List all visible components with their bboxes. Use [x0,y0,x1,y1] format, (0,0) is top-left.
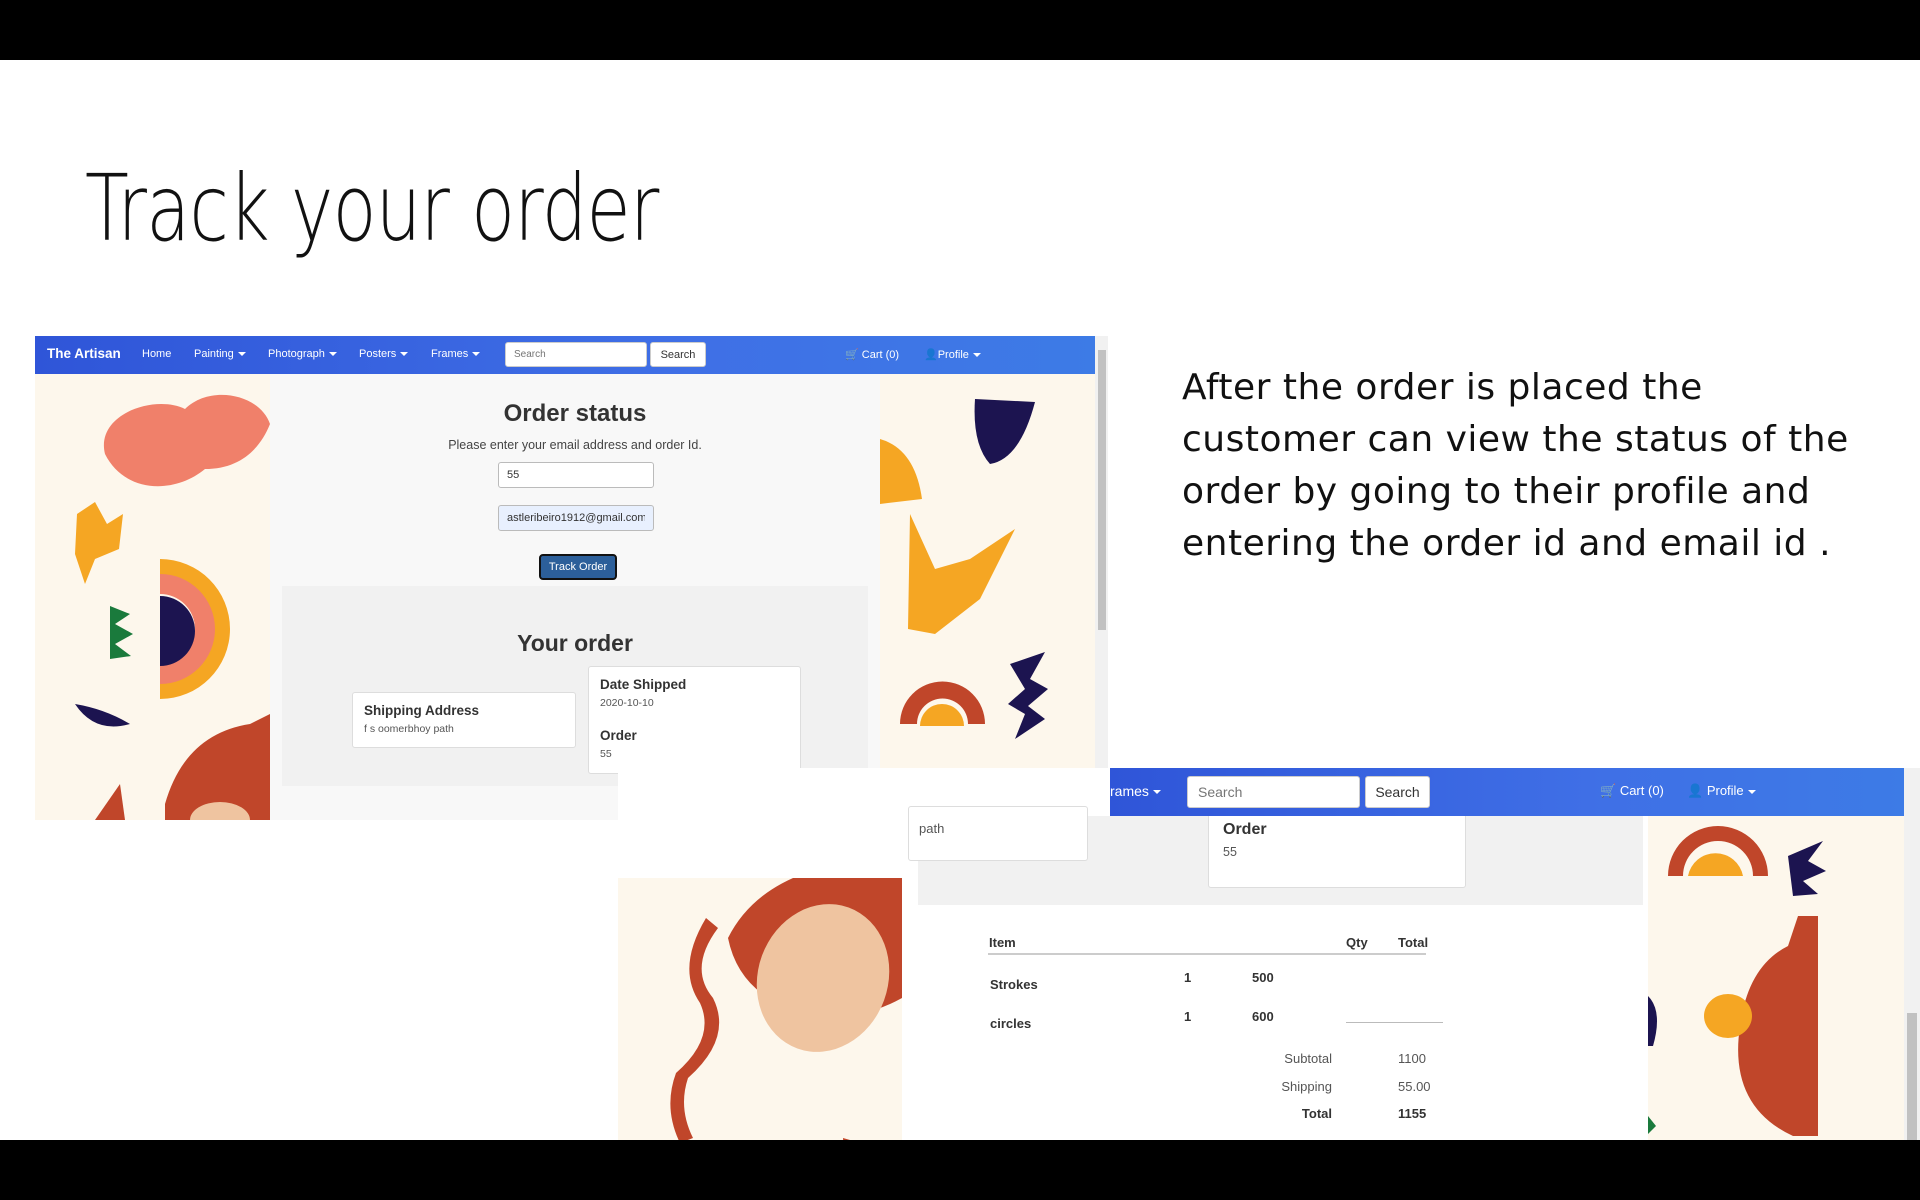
chevron-down-icon [472,352,481,357]
row-total: 500 [1252,970,1274,985]
date-shipped-label: Date Shipped [600,677,687,692]
total-label: Total [1301,1106,1332,1121]
nav-painting[interactable]: Painting [194,348,246,360]
shipping-label: Shipping [1281,1079,1332,1094]
decor-right-panel [880,374,1095,820]
nav-frames-partial-label: rames [1110,783,1149,799]
slide: Track your order After the order is plac… [0,60,1920,1140]
your-order-title: Your order [517,630,633,656]
search-input[interactable] [505,342,647,367]
decor-left-panel [35,374,270,820]
top-navbar-2: rames Search 🛒 Cart (0) 👤 Profile [1110,768,1904,816]
your-order-section-partial: path Order 55 [908,806,1643,905]
shipping-value: 55.00 [1398,1079,1431,1094]
user-icon: 👤 [1687,783,1704,798]
user-icon: 👤 [924,349,938,361]
slide-title: Track your order [85,155,659,262]
email-field[interactable] [498,505,654,531]
scroll-thumb-2[interactable] [1907,1013,1917,1140]
order-value: 55 [600,748,612,760]
nav-photograph[interactable]: Photograph [268,348,337,360]
order-status-title: Order status [503,400,647,427]
order-status-card: Order status Please enter your email add… [270,374,880,820]
cart-label-2: Cart (0) [1619,783,1664,798]
cart-label: Cart (0) [861,349,900,361]
chevron-down-icon [1747,789,1756,794]
shipping-address-card: Shipping Address f s oomerbhoy path [352,692,576,748]
subtotal-label: Subtotal [1284,1051,1332,1066]
date-shipped-value: 2020-10-10 [600,697,654,709]
chevron-down-icon [237,352,246,357]
profile-label-2: Profile [1706,783,1744,798]
cart-link-2[interactable]: 🛒 Cart (0) [1600,783,1664,799]
order-items-table: Item Qty Total Strokes 1 500 circles 1 6… [918,905,1643,1140]
column-header-qty: Qty [1346,935,1368,950]
decor-shapes-right-2 [1648,826,1826,1136]
cart-link[interactable]: 🛒 Cart (0) [845,348,899,361]
column-header-item: Item [989,935,1016,950]
your-order-section: Your order Shipping Address f s oomerbho… [282,586,868,786]
top-navbar: The Artisan Home Painting Photograph Pos… [35,336,1095,374]
chevron-down-icon [972,353,981,358]
decor-right-panel-2 [1648,816,1904,1140]
screenshot-order-status: The Artisan Home Painting Photograph Pos… [35,336,1108,820]
row-total: 600 [1252,1009,1274,1024]
search-button-2[interactable]: Search [1365,776,1430,808]
slide-description: After the order is placed the customer c… [1182,367,1849,564]
nav-frames-label: Frames [431,348,469,360]
scrollbar[interactable] [1095,336,1108,820]
header-divider [988,953,1426,955]
row-qty: 1 [1184,1009,1192,1024]
track-order-button[interactable]: Track Order [539,554,617,580]
scrollbar-2[interactable] [1904,768,1920,1140]
search-input-2[interactable] [1187,776,1360,808]
nav-home[interactable]: Home [142,348,171,360]
decor-left-panel-2 [618,878,902,1140]
chevron-down-icon [328,352,337,357]
row-qty: 1 [1184,970,1192,985]
shipment-details-card: Date Shipped 2020-10-10 Order 55 [588,666,801,774]
order-label-2: Order [1223,821,1267,838]
order-id-field[interactable] [498,462,654,488]
row-item: Strokes [990,977,1038,992]
summary-divider [1346,1022,1443,1023]
nav-frames-partial[interactable]: rames [1110,783,1161,799]
decor-shapes-left [75,394,270,820]
shipping-address-value: f s oomerbhoy path [364,723,454,735]
order-label: Order [600,728,637,743]
chevron-down-icon [400,352,409,357]
shipping-address-value-partial: path [919,821,945,836]
subtotal-value: 1100 [1398,1051,1426,1066]
decor-shapes-left-2 [670,878,902,1140]
shipping-address-label: Shipping Address [364,703,480,718]
row-item: circles [990,1016,1032,1031]
profile-label: Profile [937,349,969,361]
nav-photograph-label: Photograph [268,348,325,360]
order-status-hint: Please enter your email address and orde… [448,438,702,452]
cart-icon: 🛒 [1600,783,1617,798]
nav-frames[interactable]: Frames [431,348,481,360]
total-value: 1155 [1398,1106,1427,1121]
chevron-down-icon [1152,790,1161,795]
nav-painting-label: Painting [194,348,234,360]
order-value-2: 55 [1223,845,1237,859]
nav-posters-label: Posters [359,348,397,360]
search-button[interactable]: Search [650,342,706,367]
cart-icon: 🛒 [845,349,859,361]
order-card-partial: Order 55 [1208,806,1466,888]
nav-posters[interactable]: Posters [359,348,409,360]
column-header-total: Total [1398,935,1429,950]
profile-link[interactable]: 👤Profile [924,348,981,361]
shipping-address-card-partial: path [908,806,1088,861]
decor-shapes-right [880,399,1048,820]
scroll-thumb[interactable] [1098,350,1106,630]
screenshot-order-details: path Order 55 Item Qty Total Strokes 1 5… [618,768,1920,1140]
brand-link[interactable]: The Artisan [47,346,121,361]
profile-link-2[interactable]: 👤 Profile [1687,783,1756,799]
